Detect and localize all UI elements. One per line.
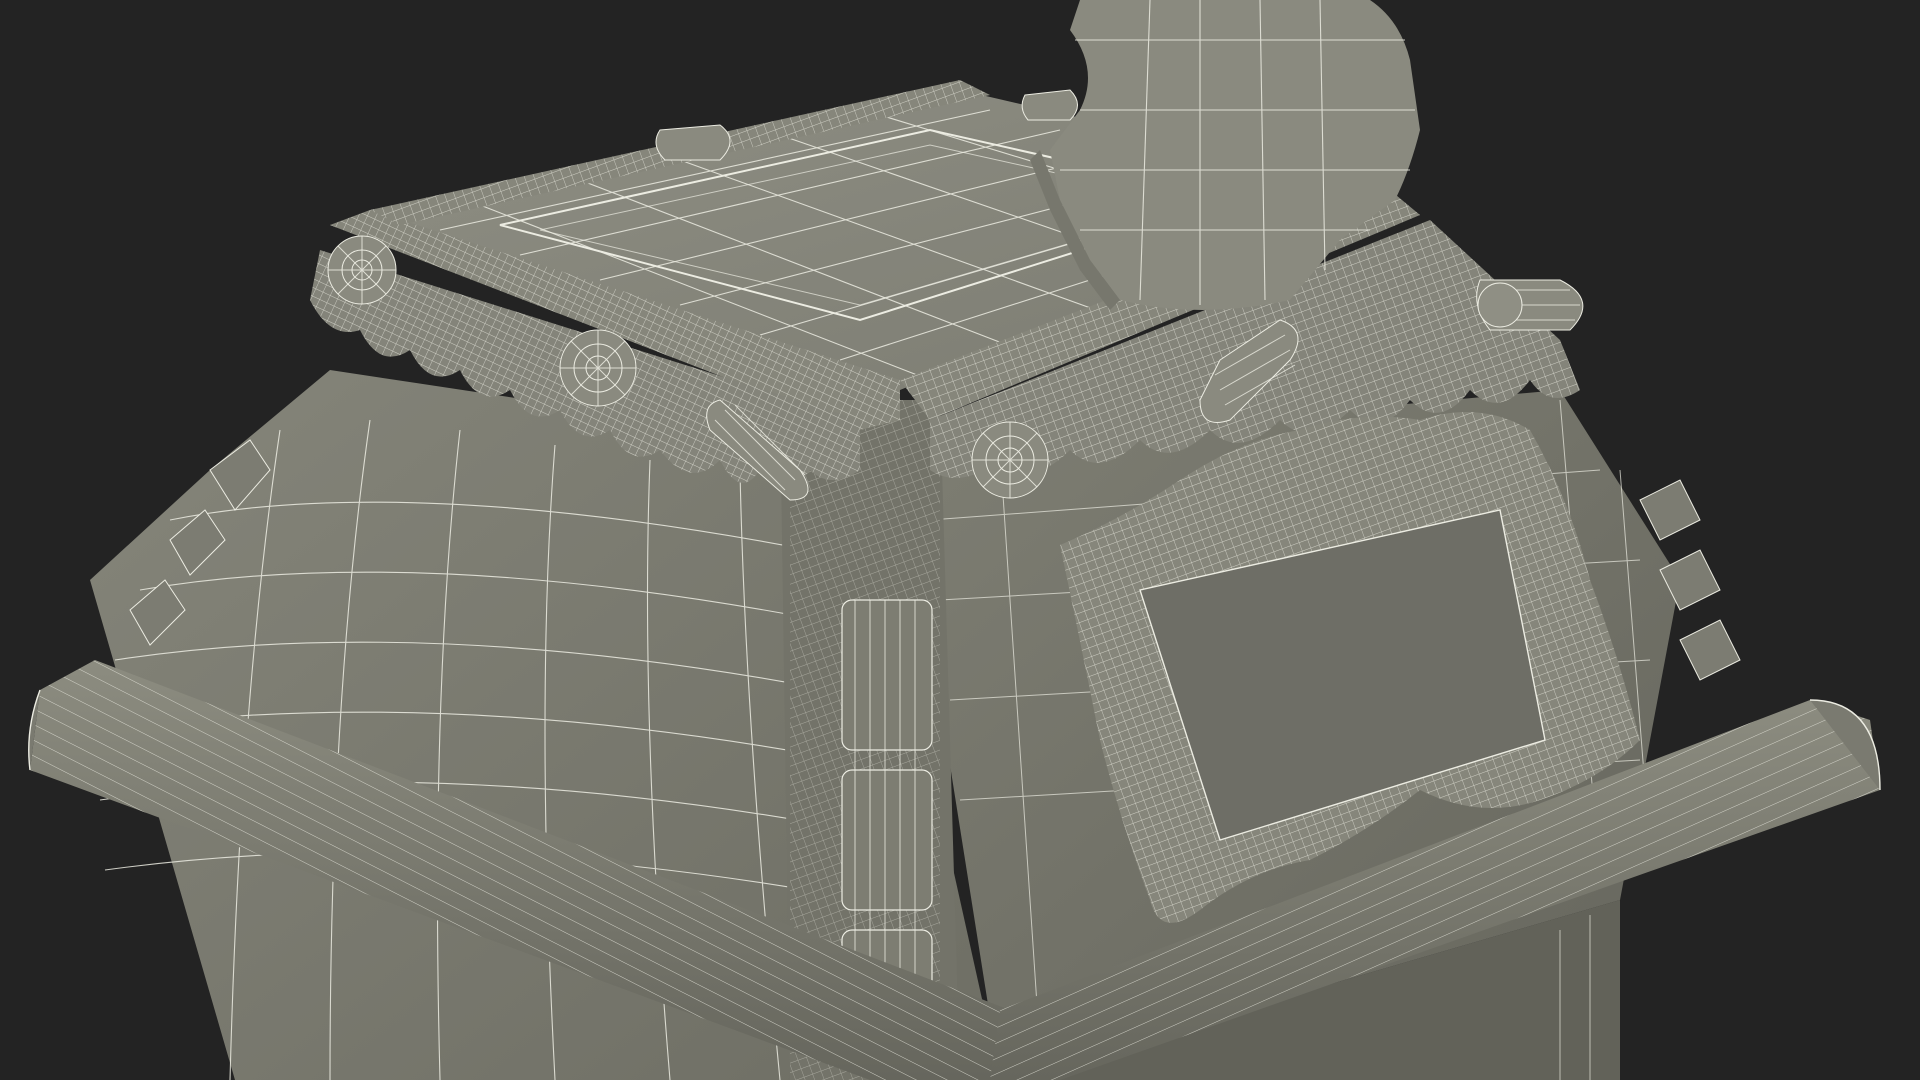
- rivet-center: [971, 421, 1049, 499]
- rivet-left-corner: [327, 235, 397, 305]
- wireframe-render: [0, 0, 1920, 1080]
- peg-right-corner: [1476, 279, 1584, 331]
- rivet-left-middle: [559, 329, 637, 407]
- peg-back-left: [655, 124, 731, 161]
- peg-back-right: [1021, 89, 1078, 121]
- viewport: [0, 0, 1920, 1080]
